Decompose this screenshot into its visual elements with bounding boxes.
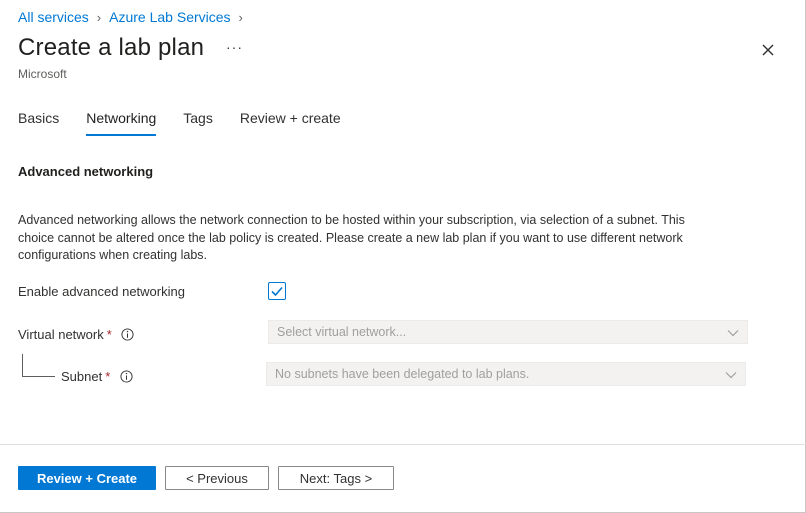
virtual-network-label-row: Virtual network *: [18, 327, 134, 344]
info-icon[interactable]: [121, 328, 134, 344]
section-title: Advanced networking: [18, 164, 154, 179]
page-title: Create a lab plan: [18, 34, 205, 61]
tab-tags[interactable]: Tags: [183, 108, 213, 136]
chevron-down-icon: [725, 372, 737, 379]
info-icon[interactable]: [120, 370, 133, 386]
chevron-right-icon: ›: [96, 9, 102, 25]
chevron-down-icon: [727, 330, 739, 337]
description-line: choice cannot be altered once the lab po…: [18, 230, 683, 245]
blade-frame: All services › Azure Lab Services › Crea…: [0, 0, 806, 513]
breadcrumb-azure-lab-services[interactable]: Azure Lab Services: [109, 9, 230, 25]
more-options-icon[interactable]: ···: [226, 39, 243, 55]
breadcrumb-all-services[interactable]: All services: [18, 9, 89, 25]
close-icon[interactable]: [760, 42, 776, 58]
tab-networking[interactable]: Networking: [86, 108, 157, 136]
tree-connector: [22, 354, 55, 377]
page-subtitle: Microsoft: [18, 67, 67, 81]
previous-button[interactable]: < Previous: [165, 466, 269, 490]
description-line: configurations when creating labs.: [18, 248, 208, 262]
checkmark-icon: [271, 286, 283, 297]
review-create-button[interactable]: Review + Create: [18, 466, 156, 490]
description-line: Advanced networking allows the network c…: [18, 213, 685, 227]
footer-divider: [0, 444, 806, 445]
required-indicator: *: [105, 369, 111, 384]
virtual-network-dropdown[interactable]: Select virtual network...: [268, 320, 748, 344]
next-tags-button[interactable]: Next: Tags >: [278, 466, 394, 490]
enable-advanced-networking-label: Enable advanced networking: [18, 284, 185, 299]
breadcrumb: All services › Azure Lab Services ›: [18, 9, 251, 25]
chevron-right-icon: ›: [238, 9, 243, 25]
tab-bar: Basics Networking Tags Review + create: [18, 108, 368, 136]
required-indicator: *: [106, 327, 112, 342]
virtual-network-placeholder: Select virtual network...: [277, 325, 407, 339]
tab-basics[interactable]: Basics: [18, 108, 59, 136]
virtual-network-label: Virtual network: [18, 327, 104, 342]
subnet-dropdown[interactable]: No subnets have been delegated to lab pl…: [266, 362, 746, 386]
section-description: Advanced networking allows the network c…: [18, 212, 738, 265]
enable-advanced-networking-checkbox[interactable]: [268, 282, 286, 300]
subnet-label-row: Subnet *: [61, 369, 133, 386]
tab-review-create[interactable]: Review + create: [240, 108, 341, 136]
subnet-label: Subnet: [61, 369, 103, 384]
subnet-placeholder: No subnets have been delegated to lab pl…: [275, 367, 530, 381]
